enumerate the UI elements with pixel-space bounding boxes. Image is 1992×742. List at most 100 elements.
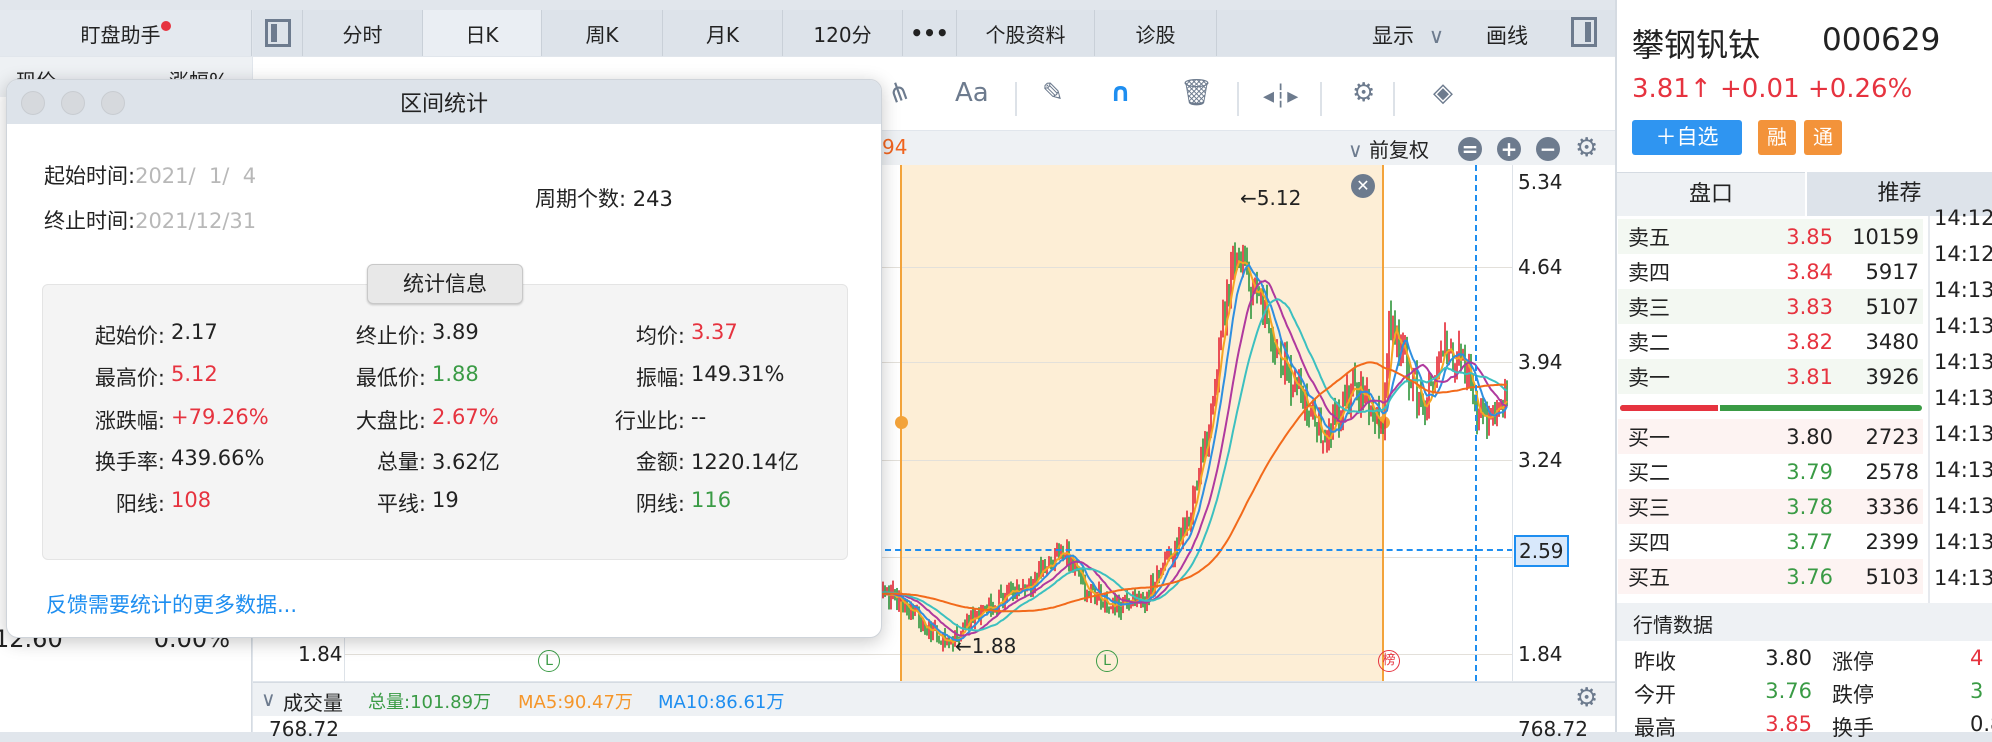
level-price: 3.84 (1786, 259, 1833, 284)
level-label: 卖四 (1628, 260, 1670, 285)
trade-time: 14:12 (1934, 206, 1992, 230)
more-tabs-button[interactable]: ••• (903, 10, 957, 56)
sidebar-left-icon (264, 19, 291, 47)
zoom-fit-icon[interactable]: = (1458, 137, 1482, 161)
tab-watch-assistant[interactable]: 盯盘助手 (0, 10, 252, 56)
stock-name: 攀钢钒钛 (1632, 26, 1761, 64)
tab-diagnose[interactable]: 诊股 (1095, 10, 1217, 56)
event-marker-l[interactable]: L (538, 650, 560, 672)
stat-value: 439.66% (171, 446, 265, 470)
tab-label: 分时 (342, 22, 383, 47)
level-price: 3.85 (1786, 224, 1833, 249)
display-dropdown[interactable]: 显示 ∨ (1372, 20, 1444, 50)
dialog-titlebar[interactable]: 区间统计 (7, 80, 881, 124)
buy-row[interactable]: 买二 3.79 2578 (1618, 454, 1923, 489)
adjust-dropdown[interactable]: ∨ 前复权 (1348, 134, 1429, 163)
text-tool-button[interactable]: Aa (955, 78, 989, 108)
buy-row[interactable]: 买五 3.76 5103 (1618, 559, 1923, 594)
market-value: 3.76 (1765, 679, 1812, 703)
collapse-volume-icon[interactable]: ∨ (261, 687, 276, 711)
add-watchlist-button[interactable]: ＋自选 (1632, 120, 1742, 155)
sell-row[interactable]: 卖一 3.81 3926 (1618, 359, 1923, 394)
trade-time: 14:12 (1934, 242, 1992, 266)
stats-section-button[interactable]: 统计信息 (367, 264, 523, 304)
connect-badge[interactable]: 通 (1804, 120, 1842, 155)
notification-dot (160, 21, 171, 31)
more-icon: ••• (910, 21, 949, 45)
feedback-link[interactable]: 反馈需要统计的更多数据... (46, 589, 297, 619)
toggle-right-panel-button[interactable] (1571, 17, 1597, 47)
sell-row[interactable]: 卖五 3.85 10159 (1618, 219, 1923, 254)
market-label: 最高 (1634, 716, 1676, 740)
event-marker-l[interactable]: L (1096, 650, 1118, 672)
divider (1320, 82, 1322, 116)
sell-row[interactable]: 卖三 3.83 5107 (1618, 289, 1923, 324)
stat-value: 2.67% (432, 405, 499, 429)
stat-value: 149.31% (691, 362, 785, 386)
draw-line-button[interactable]: 画线 (1486, 20, 1528, 50)
level-volume: 5103 (1865, 564, 1919, 589)
magnet-icon[interactable]: ∩ (1110, 78, 1131, 108)
market-label: 换手 (1832, 716, 1874, 740)
stat-label: 阳线: (115, 492, 165, 516)
buy-row[interactable]: 买三 3.78 3336 (1618, 489, 1923, 524)
indicator-value: 94 (882, 135, 908, 159)
settings-icon[interactable]: ⚙ (1352, 78, 1375, 108)
tab-120min[interactable]: 120分 (783, 10, 903, 56)
start-time-value: 2021/ 1/ 4 (135, 164, 257, 188)
stat-value: 108 (171, 488, 212, 512)
margin-badge[interactable]: 融 (1758, 120, 1796, 155)
window-close-button[interactable] (21, 91, 45, 115)
market-label: 昨收 (1634, 650, 1676, 674)
buy-row[interactable]: 买四 3.77 2399 (1618, 524, 1923, 559)
level-label: 买三 (1628, 495, 1670, 520)
sell-row[interactable]: 卖四 3.84 5917 (1618, 254, 1923, 289)
level-label: 卖一 (1628, 365, 1670, 390)
volume-settings-icon[interactable]: ⚙ (1575, 683, 1598, 713)
window-zoom-button[interactable] (101, 91, 125, 115)
level-label: 买四 (1628, 530, 1670, 555)
period-count-value: 243 (632, 187, 673, 211)
buy-row[interactable]: 买一 3.80 2723 (1618, 419, 1923, 454)
watch-assistant-label: 盯盘助手 (80, 22, 161, 47)
compress-icon[interactable]: ◂┆▸ (1263, 84, 1298, 109)
stat-label: 大盘比: (355, 409, 426, 433)
y-tick: 1.84 (1518, 642, 1563, 666)
market-label: 跌停 (1832, 683, 1874, 707)
zoom-out-icon[interactable]: − (1536, 137, 1560, 161)
stat-label: 换手率: (94, 450, 165, 474)
y-tick: 4.64 (1518, 255, 1563, 279)
trade-time: 14:13 (1934, 494, 1992, 518)
eraser-icon[interactable]: ✎ (1042, 78, 1064, 108)
level-volume: 10159 (1852, 224, 1919, 249)
toggle-left-panel-button[interactable] (253, 10, 303, 56)
tab-weekly-k[interactable]: 周K (542, 10, 663, 56)
event-marker-bang[interactable]: 榜 (1378, 650, 1400, 672)
trade-time: 14:13 (1934, 422, 1992, 446)
zoom-in-icon[interactable]: + (1497, 137, 1521, 161)
tab-stock-profile[interactable]: 个股资料 (957, 10, 1095, 56)
chevron-down-icon: ∨ (1428, 24, 1445, 48)
tab-order-book[interactable]: 盘口 (1617, 172, 1805, 216)
sidebar-right-icon (1585, 22, 1591, 42)
layers-icon[interactable]: ◈ (1433, 78, 1453, 108)
trade-time: 14:13 (1934, 566, 1992, 590)
stock-code: 000629 (1822, 22, 1941, 58)
trash-icon[interactable]: 🗑 (1180, 78, 1213, 108)
trade-time: 14:13 (1934, 278, 1992, 302)
stat-label: 涨跌幅: (94, 409, 165, 433)
sell-row[interactable]: 卖二 3.82 3480 (1618, 324, 1923, 359)
stat-label: 最低价: (355, 366, 426, 390)
stock-change-pct: +0.26% (1807, 74, 1913, 104)
tab-intraday[interactable]: 分时 (303, 10, 423, 56)
start-time: 起始时间:2021/ 1/ 4 (44, 160, 256, 190)
volume-ma10: MA10:86.61万 (658, 692, 785, 713)
close-range-button[interactable]: ✕ (1351, 174, 1375, 198)
volume-ma5: MA5:90.47万 (518, 692, 633, 713)
tab-monthly-k[interactable]: 月K (663, 10, 783, 56)
stat-value: 1.88 (432, 362, 479, 386)
stat-value: -- (691, 405, 707, 429)
chart-settings-icon[interactable]: ⚙ (1575, 133, 1598, 163)
tab-daily-k[interactable]: 日K (423, 10, 542, 56)
window-minimize-button[interactable] (61, 91, 85, 115)
